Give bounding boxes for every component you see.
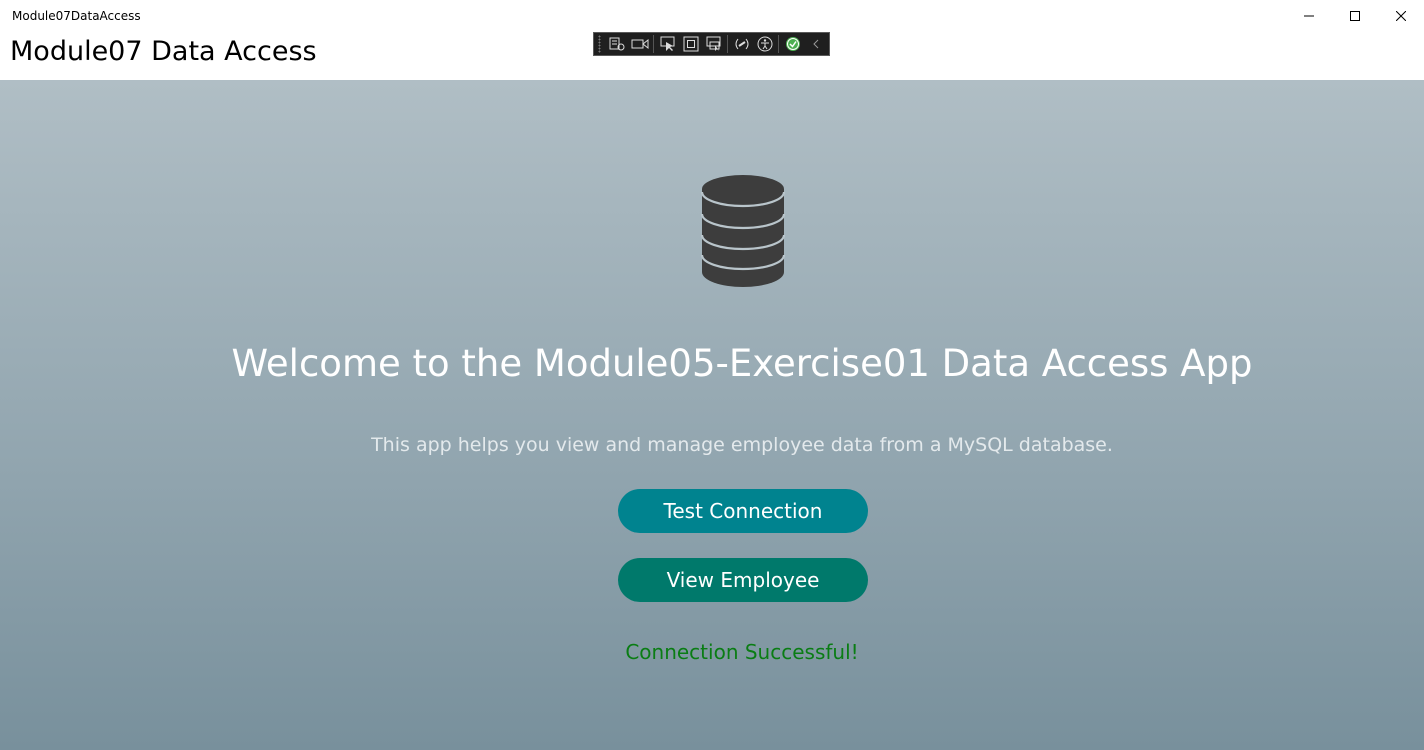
toolbar-separator [653, 35, 655, 53]
page-title: Module07 Data Access [10, 36, 317, 67]
title-bar[interactable]: Module07DataAccess [0, 0, 1424, 32]
welcome-subtitle: This app helps you view and manage emplo… [371, 434, 1113, 456]
collapse-chevron-icon[interactable] [806, 34, 825, 54]
toolbar-grip[interactable] [598, 35, 602, 53]
main-content: Welcome to the Module05-Exercise01 Data … [0, 80, 1424, 750]
video-icon[interactable] [630, 34, 649, 54]
view-employee-button[interactable]: View Employee [618, 558, 868, 602]
toolbar-separator [727, 35, 729, 53]
display-adorners-icon[interactable] [681, 34, 700, 54]
minimize-button[interactable] [1286, 0, 1332, 32]
welcome-heading: Welcome to the Module05-Exercise01 Data … [231, 342, 1253, 385]
window-title: Module07DataAccess [12, 9, 141, 23]
connection-status-text: Connection Successful! [625, 640, 859, 664]
binding-failures-icon[interactable] [732, 34, 751, 54]
close-icon [1396, 11, 1406, 21]
debug-toolbar [593, 32, 830, 56]
minimize-icon [1304, 15, 1314, 17]
close-button[interactable] [1378, 0, 1424, 32]
app-window: Module07DataAccess Module07 Data Access [0, 0, 1424, 750]
database-icon [700, 175, 786, 287]
maximize-button[interactable] [1332, 0, 1378, 32]
live-visual-tree-icon[interactable] [607, 34, 626, 54]
toolbar-separator [778, 35, 780, 53]
accessibility-icon[interactable] [755, 34, 774, 54]
maximize-icon [1350, 11, 1360, 21]
track-focus-icon[interactable] [704, 34, 723, 54]
test-connection-button[interactable]: Test Connection [618, 489, 868, 533]
select-element-icon[interactable] [658, 34, 677, 54]
hot-reload-status-icon[interactable] [783, 34, 802, 54]
